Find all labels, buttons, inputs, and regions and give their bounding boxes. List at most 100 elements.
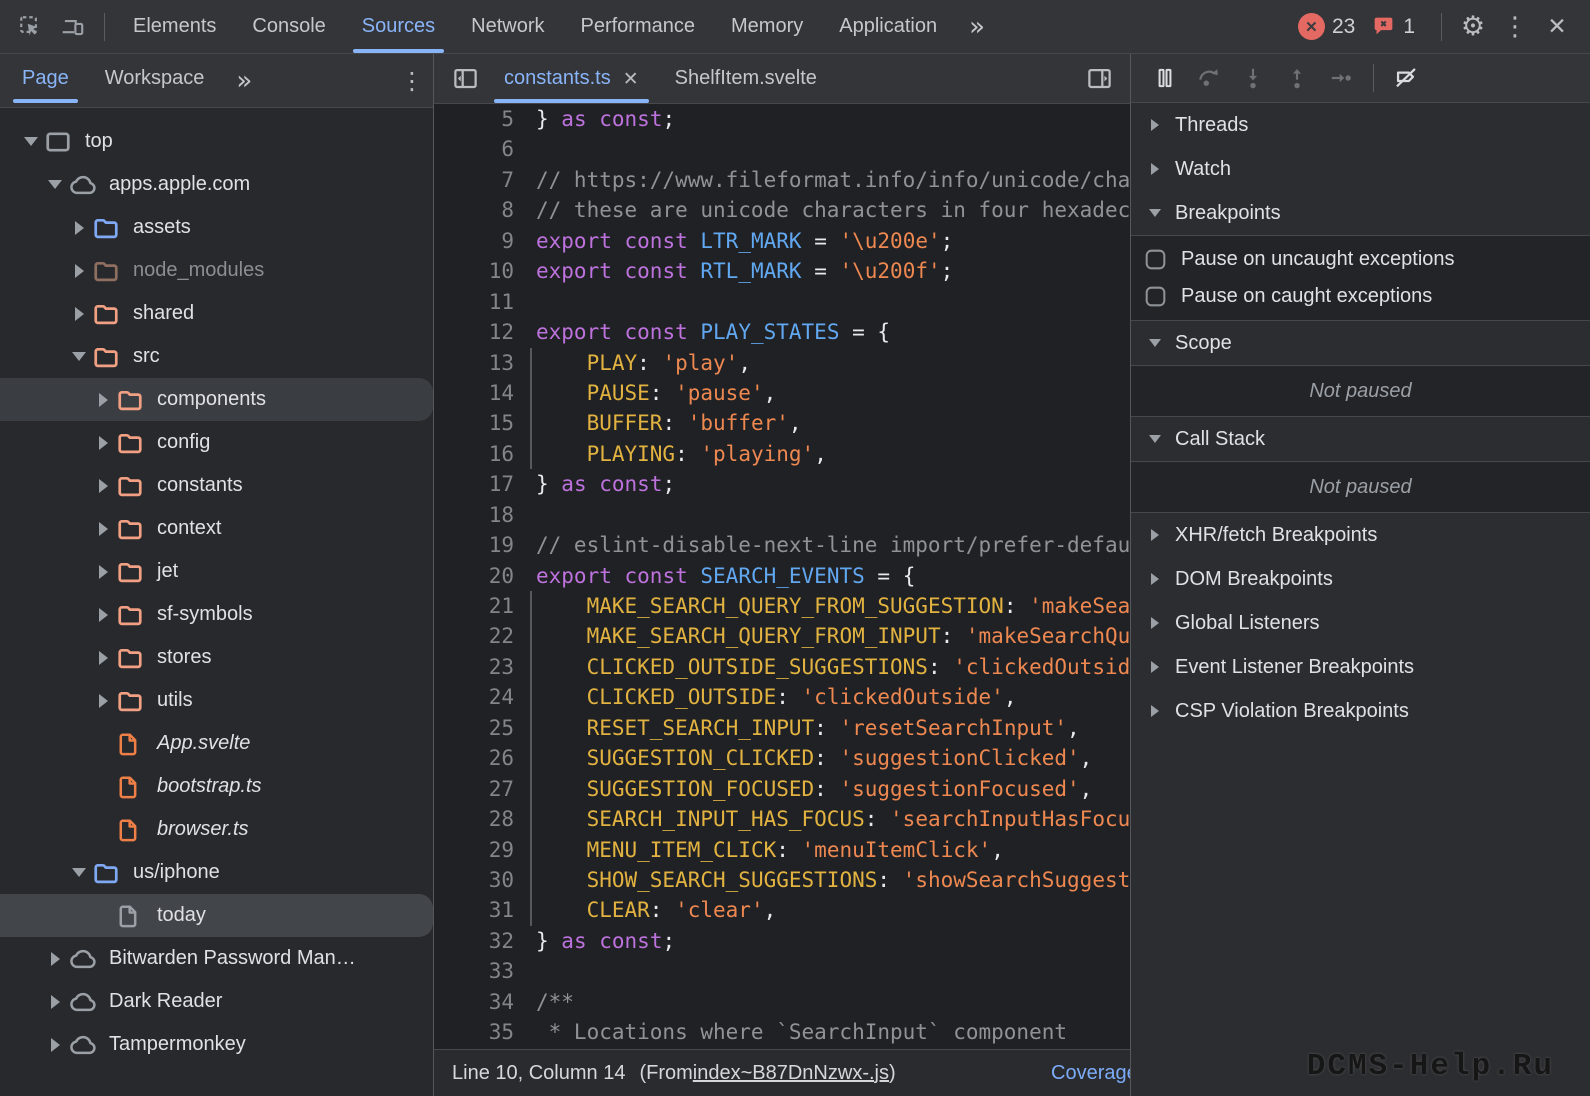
line-number[interactable]: 6 — [434, 134, 514, 164]
console-error-badge[interactable]: ✕ 23 — [1298, 13, 1355, 40]
coverage-link[interactable]: Coverage — [1051, 1062, 1130, 1085]
chevron-right-icon[interactable] — [42, 1038, 68, 1052]
code-area[interactable]: 5} as const;67// https://www.fileformat.… — [434, 104, 1130, 1049]
tree-item-components[interactable]: components — [0, 378, 433, 421]
section-scope[interactable]: Scope — [1131, 321, 1590, 365]
line-number[interactable]: 26 — [434, 743, 514, 773]
section-csp-violation-breakpoints[interactable]: CSP Violation Breakpoints — [1131, 689, 1590, 733]
chevron-right-icon[interactable] — [66, 307, 92, 321]
more-navigator-tabs-icon[interactable]: » — [222, 68, 266, 94]
section-global-listeners[interactable]: Global Listeners — [1131, 601, 1590, 645]
sourcemap-file-link[interactable]: index~B87DnNzwx-.js — [693, 1062, 889, 1085]
line-number[interactable]: 22 — [434, 621, 514, 651]
chevron-right-icon[interactable] — [90, 565, 116, 579]
checkbox-icon[interactable] — [1144, 248, 1167, 271]
line-number[interactable]: 11 — [434, 287, 514, 317]
kebab-menu-icon[interactable]: ⋮ — [1494, 7, 1536, 47]
line-number[interactable]: 5 — [434, 104, 514, 134]
line-number[interactable]: 14 — [434, 378, 514, 408]
tree-item-utils[interactable]: utils — [0, 679, 433, 722]
tree-item-browser-ts[interactable]: browser.ts — [0, 808, 433, 851]
tree-item-sf-symbols[interactable]: sf-symbols — [0, 593, 433, 636]
line-number[interactable]: 9 — [434, 226, 514, 256]
checkbox-pause-on-caught-exceptions[interactable]: Pause on caught exceptions — [1131, 278, 1590, 315]
tree-item-apps-apple-com[interactable]: apps.apple.com — [0, 163, 433, 206]
checkbox-pause-on-uncaught-exceptions[interactable]: Pause on uncaught exceptions — [1131, 241, 1590, 278]
section-breakpoints[interactable]: Breakpoints — [1131, 191, 1590, 235]
deactivate-breakpoints-icon[interactable] — [1384, 59, 1428, 97]
close-tab-icon[interactable]: ✕ — [623, 68, 639, 90]
tree-item-today[interactable]: today — [0, 894, 433, 937]
line-number[interactable]: 25 — [434, 713, 514, 743]
hide-navigator-icon[interactable] — [444, 59, 486, 99]
line-number[interactable]: 15 — [434, 408, 514, 438]
chevron-right-icon[interactable] — [90, 479, 116, 493]
line-number[interactable]: 35 — [434, 1017, 514, 1047]
show-debugger-panel-icon[interactable] — [1078, 59, 1120, 99]
line-number[interactable]: 31 — [434, 895, 514, 925]
chevron-right-icon[interactable] — [42, 952, 68, 966]
tab-memory[interactable]: Memory — [713, 0, 821, 53]
tab-application[interactable]: Application — [821, 0, 955, 53]
tree-item-shared[interactable]: shared — [0, 292, 433, 335]
tree-item-tampermonkey[interactable]: Tampermonkey — [0, 1023, 433, 1066]
issues-badge[interactable]: 1 — [1371, 14, 1415, 39]
tree-item-dark-reader[interactable]: Dark Reader — [0, 980, 433, 1023]
line-number[interactable]: 17 — [434, 469, 514, 499]
chevron-right-icon[interactable] — [90, 522, 116, 536]
navigator-tab-workspace[interactable]: Workspace — [87, 54, 223, 103]
line-number[interactable]: 34 — [434, 987, 514, 1017]
navigator-kebab-menu-icon[interactable]: ⋮ — [391, 61, 433, 101]
tree-item-assets[interactable]: assets — [0, 206, 433, 249]
chevron-right-icon[interactable] — [90, 694, 116, 708]
chevron-right-icon[interactable] — [42, 995, 68, 1009]
tree-item-node-modules[interactable]: node_modules — [0, 249, 433, 292]
step-into-icon[interactable] — [1231, 59, 1275, 97]
chevron-down-icon[interactable] — [42, 180, 68, 189]
line-number[interactable]: 16 — [434, 439, 514, 469]
tab-performance[interactable]: Performance — [563, 0, 714, 53]
line-number[interactable]: 23 — [434, 652, 514, 682]
tab-console[interactable]: Console — [234, 0, 343, 53]
line-number[interactable]: 7 — [434, 165, 514, 195]
tree-item-top[interactable]: top — [0, 120, 433, 163]
tree-item-app-svelte[interactable]: App.svelte — [0, 722, 433, 765]
tree-item-constants[interactable]: constants — [0, 464, 433, 507]
section-call-stack[interactable]: Call Stack — [1131, 417, 1590, 461]
line-number[interactable]: 13 — [434, 348, 514, 378]
tab-sources[interactable]: Sources — [344, 0, 453, 53]
section-threads[interactable]: Threads — [1131, 103, 1590, 147]
section-xhr-fetch-breakpoints[interactable]: XHR/fetch Breakpoints — [1131, 513, 1590, 557]
chevron-down-icon[interactable] — [66, 352, 92, 361]
line-number[interactable]: 8 — [434, 195, 514, 225]
tree-item-bootstrap-ts[interactable]: bootstrap.ts — [0, 765, 433, 808]
step-over-icon[interactable] — [1187, 59, 1231, 97]
editor-tab-constants-ts[interactable]: constants.ts✕ — [486, 54, 657, 103]
tree-item-src[interactable]: src — [0, 335, 433, 378]
step-icon[interactable] — [1319, 59, 1363, 97]
section-event-listener-breakpoints[interactable]: Event Listener Breakpoints — [1131, 645, 1590, 689]
inspect-element-icon[interactable] — [10, 7, 52, 47]
more-tabs-icon[interactable]: » — [955, 14, 999, 40]
navigator-tab-page[interactable]: Page — [4, 54, 87, 103]
line-number[interactable]: 21 — [434, 591, 514, 621]
section-dom-breakpoints[interactable]: DOM Breakpoints — [1131, 557, 1590, 601]
line-number[interactable]: 28 — [434, 804, 514, 834]
tab-elements[interactable]: Elements — [115, 0, 234, 53]
tree-item-context[interactable]: context — [0, 507, 433, 550]
pause-script-icon[interactable] — [1143, 59, 1187, 97]
line-number[interactable]: 29 — [434, 835, 514, 865]
line-number[interactable]: 30 — [434, 865, 514, 895]
chevron-right-icon[interactable] — [90, 608, 116, 622]
tree-item-stores[interactable]: stores — [0, 636, 433, 679]
tree-item-config[interactable]: config — [0, 421, 433, 464]
line-number[interactable]: 10 — [434, 256, 514, 286]
close-devtools-icon[interactable]: ✕ — [1536, 7, 1578, 47]
tree-item-us-iphone[interactable]: us/iphone — [0, 851, 433, 894]
line-number[interactable]: 20 — [434, 561, 514, 591]
settings-gear-icon[interactable]: ⚙ — [1452, 7, 1494, 47]
device-toolbar-icon[interactable] — [52, 7, 94, 47]
line-number[interactable]: 12 — [434, 317, 514, 347]
tree-item-bitwarden-password-man[interactable]: Bitwarden Password Man… — [0, 937, 433, 980]
line-number[interactable]: 27 — [434, 774, 514, 804]
